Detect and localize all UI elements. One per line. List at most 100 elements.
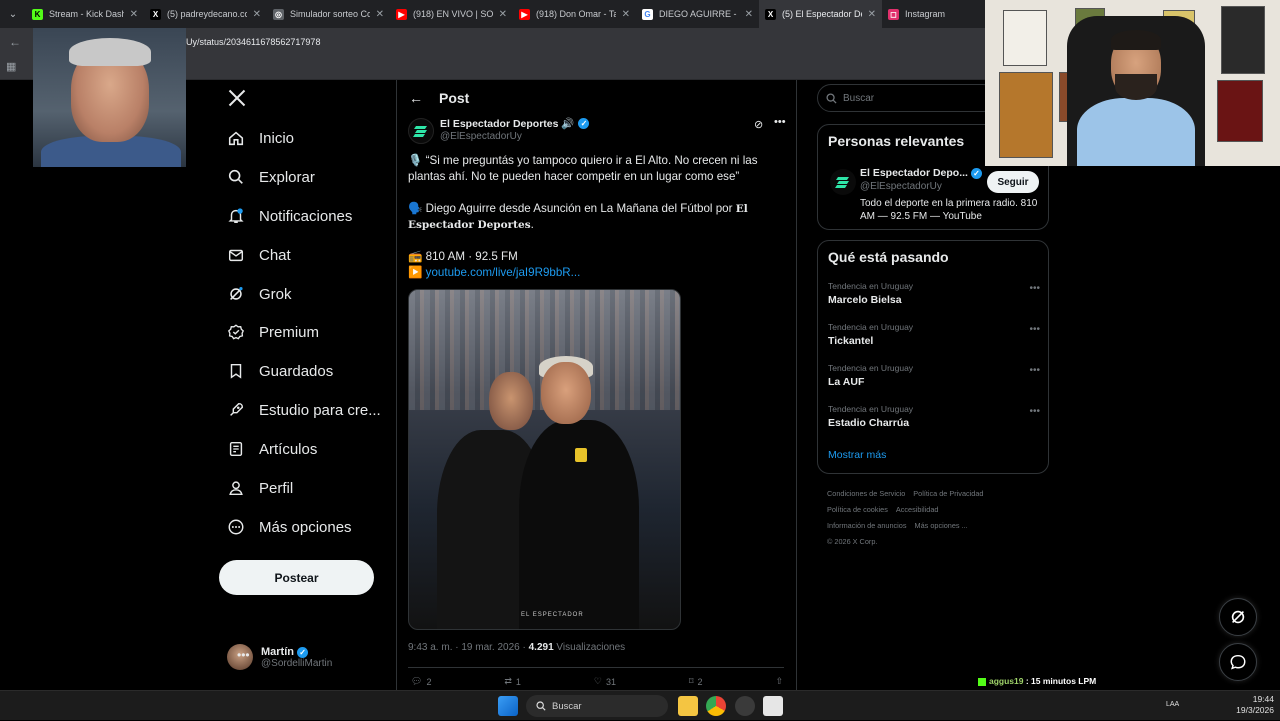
nav-item-chat[interactable]: Chat <box>227 241 291 269</box>
file-explorer-icon[interactable] <box>678 696 698 716</box>
post-quote: 🎙️ “Si me preguntás yo tampoco quiero ir… <box>408 154 758 183</box>
verified-icon <box>227 324 245 340</box>
more-dots-icon[interactable]: ••• <box>237 648 381 662</box>
footer-link[interactable]: Política de cookies <box>827 505 888 514</box>
trend-item[interactable]: Tendencia en Uruguay La AUF ••• <box>828 363 1040 388</box>
footer-link[interactable]: Accesibilidad <box>896 505 939 514</box>
nav-item-inicio[interactable]: Inicio <box>227 124 294 152</box>
post-button[interactable]: Postear <box>219 560 374 595</box>
taskbar-search[interactable]: Buscar <box>526 695 668 717</box>
browser-tab[interactable]: ▶ (918) Don Omar - Tab ✕ <box>513 0 636 28</box>
footer-link[interactable]: Más opciones ... <box>915 521 968 530</box>
nav-item-artículos[interactable]: Artículos <box>227 435 317 463</box>
trend-name: La AUF <box>828 376 865 388</box>
browser-tab[interactable]: G DIEGO AGUIRRE - Bu ✕ <box>636 0 759 28</box>
divider <box>796 80 797 690</box>
tab-favicon-icon: ◻ <box>888 8 899 20</box>
nav-item-estudio-para-cre[interactable]: Estudio para cre... <box>227 396 381 424</box>
chrome-icon[interactable] <box>706 696 726 716</box>
home-icon <box>228 131 244 146</box>
account-switcher[interactable]: Martín ✓ @SordelliMartin ••• <box>227 642 387 672</box>
repost-icon: ⇄ <box>504 676 512 686</box>
more-dots-icon[interactable]: ••• <box>774 116 786 128</box>
trend-item[interactable]: Tendencia en Uruguay Tickantel ••• <box>828 322 1040 347</box>
author-name[interactable]: El Espectador Deportes 🔊 <box>440 117 574 130</box>
post-author: El Espectador Deportes 🔊 ✓ @ElEspectadorU… <box>408 116 788 146</box>
browser-tab[interactable]: K Stream - Kick Dashbo ✕ <box>26 0 144 28</box>
bookmark-button[interactable]: ⌑ 2 <box>689 676 703 687</box>
follow-button[interactable]: Seguir <box>987 171 1039 193</box>
trend-item[interactable]: Tendencia en Uruguay Marcelo Bielsa ••• <box>828 281 1040 306</box>
footer-link[interactable]: Información de anuncios <box>827 521 907 530</box>
grok-app-icon[interactable] <box>735 696 755 716</box>
browser-tab[interactable]: X (5) El Espectador Dep ✕ <box>759 0 882 28</box>
more-dots-icon[interactable]: ••• <box>1029 283 1040 294</box>
grok-icon <box>230 286 243 300</box>
close-tab-icon[interactable]: ✕ <box>745 9 753 20</box>
like-button[interactable]: ♡ 31 <box>594 676 616 687</box>
browser-tab[interactable]: ▶ (918) EN VIVO | SORT ✕ <box>390 0 513 28</box>
footer-links: Condiciones de Servicio Política de Priva… <box>827 486 1027 550</box>
nav-item-premium[interactable]: Premium <box>227 318 319 346</box>
browser-tab[interactable]: ◎ Simulador sorteo Cop ✕ <box>267 0 390 28</box>
repost-button[interactable]: ⇄ 1 <box>504 676 521 687</box>
nav-item-notificaciones[interactable]: Notificaciones <box>227 202 352 230</box>
more-dots-icon[interactable]: ••• <box>1029 406 1040 417</box>
grok-icon[interactable]: ⊘ <box>754 118 763 131</box>
post-image[interactable]: EL ESPECTADOR <box>408 289 681 630</box>
grok-button[interactable] <box>1219 598 1257 636</box>
browser-tab[interactable]: X (5) padreydecano.com ✕ <box>144 0 267 28</box>
clock[interactable]: 19:44 19/3/2026 <box>1218 694 1274 716</box>
more-dots-icon[interactable]: ••• <box>1029 365 1040 376</box>
footer-link[interactable]: Condiciones de Servicio <box>827 489 905 498</box>
trend-name: Marcelo Bielsa <box>828 294 902 306</box>
apps-grid-icon[interactable]: ▦ <box>6 60 16 73</box>
show-more-link[interactable]: Mostrar más <box>828 449 886 461</box>
back-arrow-icon[interactable]: ← <box>409 90 423 106</box>
x-logo-icon[interactable] <box>227 88 247 108</box>
nav-item-label: Grok <box>259 285 292 303</box>
nav-item-más-opciones[interactable]: Más opciones <box>227 513 352 541</box>
browser-tab[interactable]: ◻ Instagram <box>882 0 982 28</box>
nav-item-explorar[interactable]: Explorar <box>227 163 315 191</box>
more-dots-icon[interactable]: ••• <box>1029 324 1040 335</box>
trend-item[interactable]: Tendencia en Uruguay Estadio Charrúa ••• <box>828 404 1040 429</box>
back-arrow-icon[interactable]: ← <box>0 35 30 49</box>
close-tab-icon[interactable]: ✕ <box>130 9 138 20</box>
share-button[interactable]: ⇧ <box>775 676 783 687</box>
footer-link[interactable]: Política de Privacidad <box>913 489 983 498</box>
bell-icon <box>228 208 244 224</box>
reply-button[interactable]: 💬︎ 2 <box>411 676 431 687</box>
windows-start-icon[interactable] <box>498 696 518 716</box>
close-tab-icon[interactable]: ✕ <box>253 9 261 20</box>
nav-item-perfil[interactable]: Perfil <box>227 474 293 502</box>
tray-language[interactable]: LAA <box>1166 701 1179 708</box>
tab-favicon-icon: X <box>765 8 776 20</box>
footer-link[interactable]: © 2026 X Corp. <box>827 537 877 546</box>
page-title: Post <box>439 90 470 106</box>
heart-icon: ♡ <box>593 676 602 686</box>
app-icon[interactable] <box>763 696 783 716</box>
nav-item-guardados[interactable]: Guardados <box>227 357 333 385</box>
reply-icon: 💬︎ <box>411 676 423 686</box>
close-tab-icon[interactable]: ✕ <box>622 9 630 20</box>
post-header: ← Post <box>409 90 469 106</box>
close-tab-icon[interactable]: ✕ <box>868 9 876 20</box>
author-avatar[interactable] <box>408 118 434 144</box>
trend-name: Estadio Charrúa <box>828 417 910 429</box>
search-input[interactable]: Buscar <box>817 84 997 112</box>
messages-button[interactable] <box>1219 643 1257 681</box>
close-tab-icon[interactable]: ✕ <box>376 9 384 20</box>
youtube-link[interactable]: youtube.com/live/jaI9R9bbR... <box>426 266 581 279</box>
post-text: 🎙️ “Si me preguntás yo tampoco quiero ir… <box>408 153 778 281</box>
close-tab-icon[interactable]: ✕ <box>499 9 507 20</box>
nav-item-grok[interactable]: Grok <box>227 280 292 308</box>
author-handle[interactable]: @ElEspectadorUy <box>440 131 522 142</box>
url-field[interactable]: Uy/status/2034611678562717978 <box>186 37 320 47</box>
divider <box>396 80 397 690</box>
tab-label: Simulador sorteo Cop <box>290 9 370 19</box>
tab-search-button[interactable]: ⌄ <box>0 0 26 28</box>
share-icon: ⇧ <box>775 676 783 686</box>
trend-category: Tendencia en Uruguay <box>828 363 914 373</box>
bookmark-icon: ⌑ <box>688 676 694 686</box>
